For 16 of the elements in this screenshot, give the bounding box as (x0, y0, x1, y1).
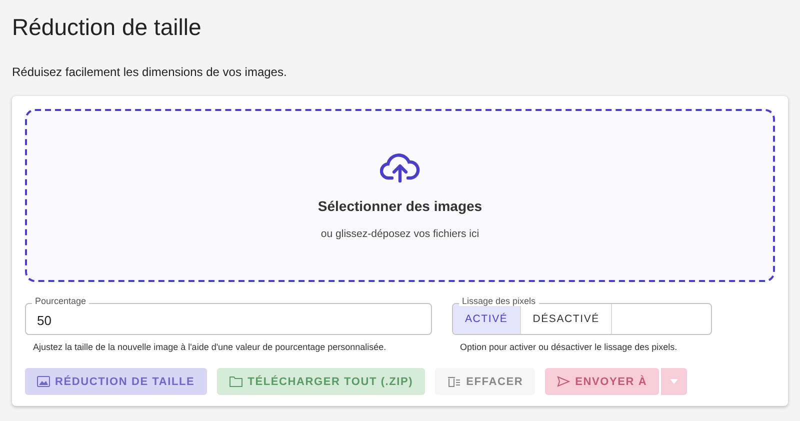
helper-text: Option pour activer ou désactiver le lissage des pixels. (460, 342, 678, 352)
image-icon (37, 376, 50, 387)
caret-icon (670, 379, 678, 384)
dropzone-title: Sélectionner des images (318, 198, 482, 214)
dropzone[interactable]: Sélectionner des images ou glissez-déposez vos fichiers ici (25, 109, 775, 282)
page-title: Réduction de taille (12, 14, 202, 41)
trash-icon (447, 376, 462, 387)
field-label: Lissage des pixels (459, 296, 539, 306)
dropdown-button[interactable] (661, 368, 688, 395)
page-subtitle: Réduisez facilement les dimensions de vos images. (12, 65, 288, 79)
field-label: Pourcentage (32, 296, 90, 306)
folder-icon (228, 376, 243, 387)
dropzone-hint: ou glissez-déposez vos fichiers ici (320, 228, 480, 240)
upload-cloud-icon (380, 152, 420, 184)
send-icon (557, 376, 570, 387)
helper-text: Ajustez la taille de la nouvelle image à l'aide d'une valeur de pourcentage personnalisée. (33, 342, 388, 352)
